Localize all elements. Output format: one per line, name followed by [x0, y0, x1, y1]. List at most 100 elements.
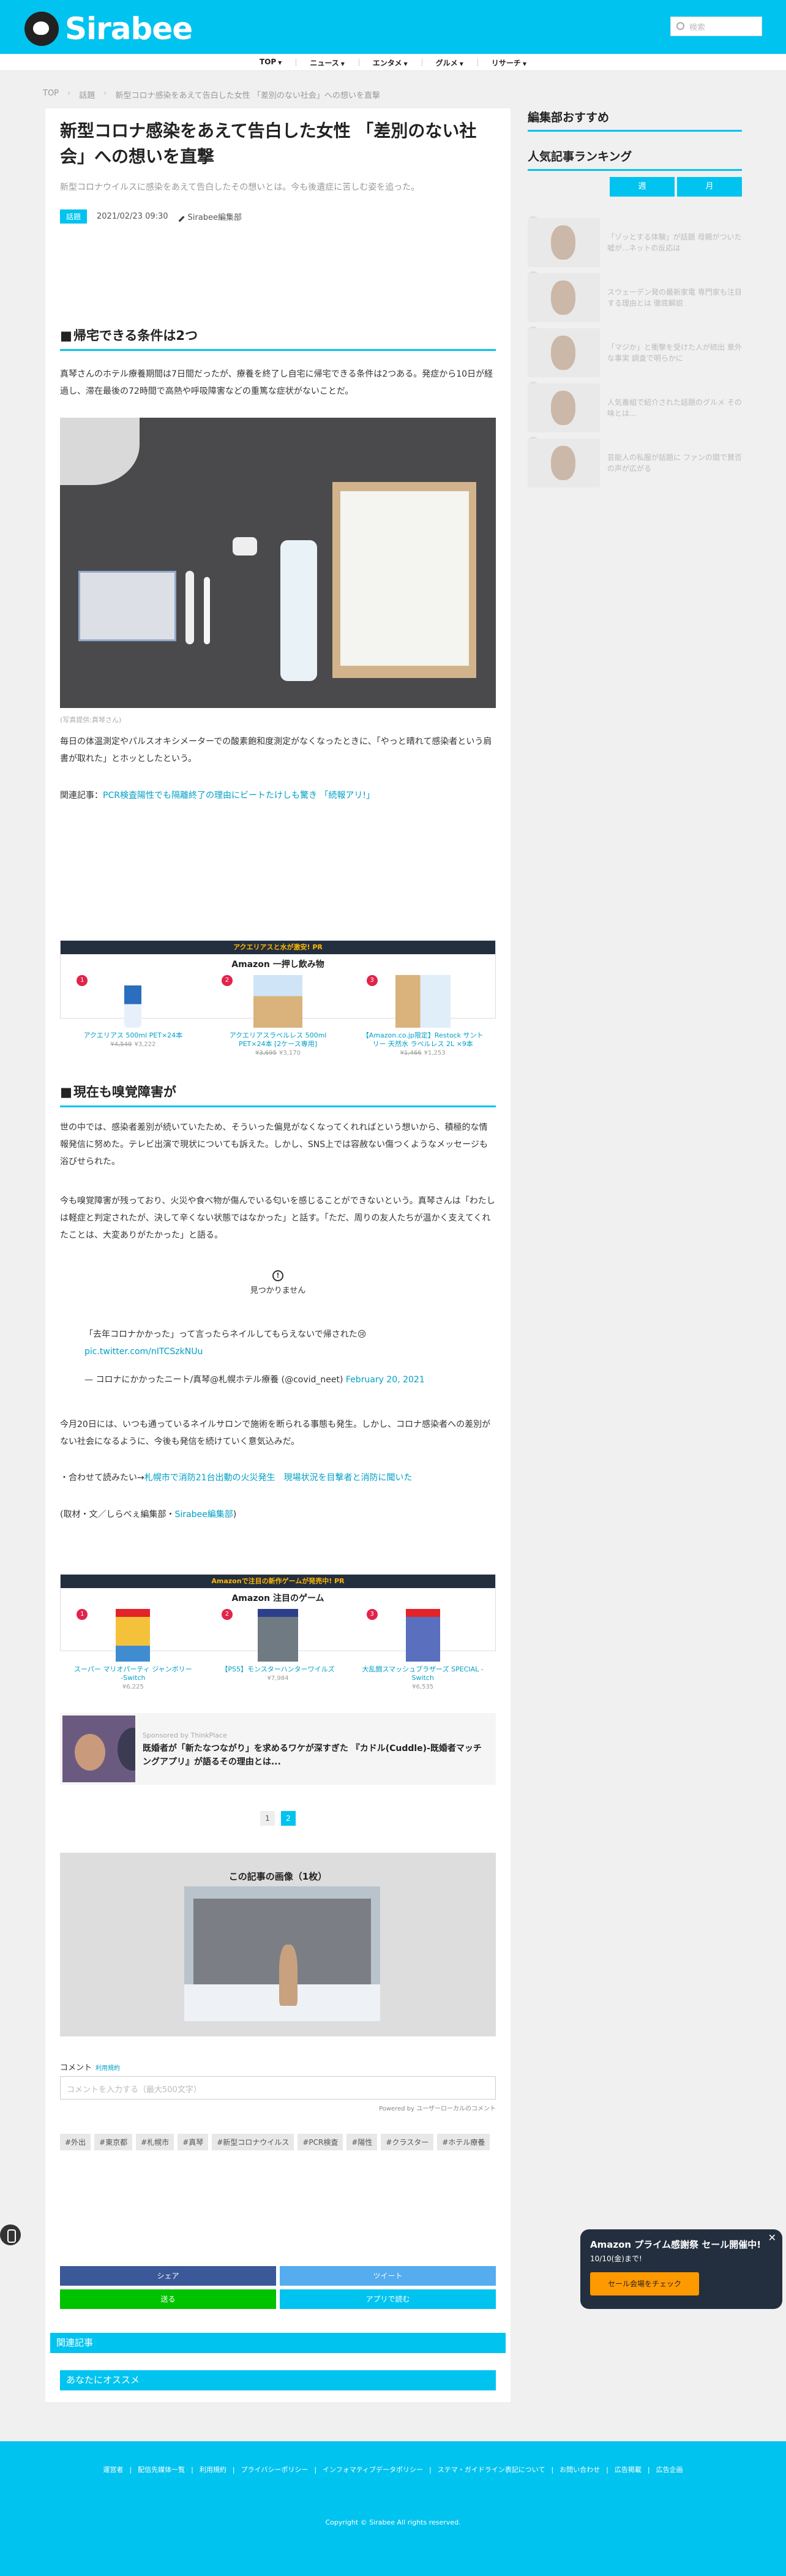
search-input[interactable]: 検索	[670, 17, 762, 36]
tag[interactable]: #真琴	[178, 2134, 209, 2150]
footer-link[interactable]: 利用規約	[191, 2465, 226, 2474]
rank-badge: 1	[77, 975, 88, 986]
facebook-share-button[interactable]: シェア	[60, 2266, 276, 2286]
nav-gourmet[interactable]: グルメ	[421, 54, 474, 70]
nav-research[interactable]: リサーチ	[477, 54, 537, 70]
rank-badge: 1	[77, 1609, 88, 1620]
ranking-item[interactable]: 1「ゾッとする体験」が話題 母親がついた嘘が...ネットの反応は	[528, 216, 742, 267]
amazon-product[interactable]: 1 アクエリアス 500ml PET×24本 ¥4,549 ¥3,222	[72, 975, 194, 1056]
footer-link[interactable]: 広告企画	[648, 2465, 683, 2474]
amazon-banner[interactable]: Amazonで注目の新作ゲームが発売中! PR	[61, 1575, 495, 1588]
site-logo[interactable]: Sirabee	[24, 11, 193, 47]
section-heading-1: 帰宅できる条件は2つ	[60, 326, 496, 351]
article-photo[interactable]	[60, 418, 496, 708]
related-articles-header: 関連記事	[50, 2333, 506, 2353]
breadcrumb-chevron-icon: ›	[103, 89, 107, 98]
ranking-item[interactable]: 2スウェーデン発の最新家電 専門家も注目する理由とは 徹底解説	[528, 271, 742, 322]
comment-label-row: コメント 利用規約	[60, 2061, 496, 2073]
category-badge[interactable]: 話題	[60, 209, 88, 224]
photo-sheet	[340, 491, 469, 666]
amazon-product[interactable]: 2 【PS5】モンスターハンターワイルズ ¥7,984	[217, 1609, 339, 1690]
footer-link[interactable]: 運営者	[103, 2465, 123, 2474]
article-author[interactable]: Sirabee編集部	[178, 211, 242, 222]
line-share-button[interactable]: 送る	[60, 2289, 276, 2309]
accessibility-icon[interactable]	[0, 2224, 21, 2245]
product-price: ¥3,695 ¥3,170	[255, 1050, 301, 1056]
ranking-item[interactable]: 5芸能人の私服が話題に ファンの間で賛否の声が広がる	[528, 437, 742, 488]
ranking-item[interactable]: 3「マジか」と衝撃を受けた人が続出 意外な事実 調査で明らかに	[528, 326, 742, 377]
footer-link[interactable]: 配信先媒体一覧	[129, 2465, 185, 2474]
quote-author: — コロナにかかったニート/真琴@札幌ホテル療養 (@covid_neet)	[84, 1375, 343, 1385]
sidebar: 編集部おすすめ 人気記事ランキング 週 月 1「ゾッとする体験」が話題 母親がつ…	[528, 108, 742, 488]
sponsored-promo[interactable]: Sponsored by ThinkPlace 既婚者が「新たなつながり」を求め…	[60, 1713, 496, 1785]
share-buttons: シェア ツイート 送る アプリで読む	[60, 2266, 496, 2309]
product-image	[405, 1609, 440, 1662]
ranking-thumb	[528, 328, 600, 377]
promo-sponsor: Sponsored by ThinkPlace	[142, 1731, 227, 1739]
tag[interactable]: #札幌市	[136, 2134, 174, 2150]
quote-pic-link[interactable]: pic.twitter.com/nITCSzkNUu	[84, 1347, 203, 1357]
amazon-widget-games: Amazonで注目の新作ゲームが発売中! PR Amazon 注目のゲーム 1 …	[60, 1574, 496, 1690]
twitter-share-button[interactable]: ツイート	[280, 2266, 496, 2286]
footer-link[interactable]: 広告掲載	[606, 2465, 642, 2474]
nav-top[interactable]: TOP	[249, 54, 293, 70]
photo-oximeter	[233, 537, 257, 555]
comment-input[interactable]: コメントを入力する（最大500文字）	[60, 2076, 496, 2100]
gallery-title: この記事の画像（1枚）	[228, 1871, 328, 1882]
quote-date-link[interactable]: February 20, 2021	[346, 1375, 425, 1385]
amazon-product[interactable]: 3 【Amazon.co.jp限定】Restock サントリー 天然水 ラベルレ…	[362, 975, 484, 1056]
ranking-item[interactable]: 4人気番組で紹介された話題のグルメ その味とは...	[528, 382, 742, 432]
ranking-thumb	[528, 439, 600, 488]
search-icon	[676, 22, 684, 30]
tag[interactable]: #東京都	[94, 2134, 133, 2150]
page-2[interactable]: 2	[281, 1811, 296, 1826]
global-nav: TOP ニュース エンタメ グルメ リサーチ	[0, 54, 786, 71]
popup-title: Amazon プライム感謝祭 セール開催中!	[590, 2239, 762, 2250]
paragraph-4: 今も嗅覚障害が残っており、火災や食べ物が傷んでいる匂いを感じることができないとい…	[60, 1196, 495, 1240]
breadcrumb-category[interactable]: 話題	[79, 89, 95, 100]
logo-mark-icon	[24, 12, 59, 46]
tab-week[interactable]: 週	[610, 177, 675, 197]
breadcrumb-top[interactable]: TOP	[43, 89, 59, 100]
breadcrumb: TOP › 話題 › 新型コロナ感染をあえて告白した女性 「差別のない社会」への…	[43, 89, 380, 100]
pagination: 1 2	[60, 1811, 496, 1826]
tag[interactable]: #外出	[60, 2134, 91, 2150]
ranking-tabs: 週 月	[528, 177, 742, 197]
tag[interactable]: #新型コロナウイルス	[212, 2134, 294, 2150]
amazon-banner[interactable]: アクエリアスと水が激安! PR	[61, 941, 495, 954]
tab-month[interactable]: 月	[677, 177, 742, 197]
product-price: ¥6,535	[412, 1684, 434, 1690]
amazon-product[interactable]: 2 アクエリアスラベルレス 500ml PET×24本 [2ケース専用] ¥3,…	[217, 975, 339, 1056]
amazon-title: Amazon 一押し飲み物	[231, 960, 324, 970]
amazon-product[interactable]: 3 大乱闘スマッシュブラザーズ SPECIAL -Switch ¥6,535	[362, 1609, 484, 1690]
footer-link[interactable]: お問い合わせ	[551, 2465, 600, 2474]
alert-icon: !	[272, 1270, 283, 1281]
breadcrumb-current: 新型コロナ感染をあえて告白した女性 「差別のない社会」への想いを直撃	[115, 91, 380, 100]
tag[interactable]: #ホテル療養	[437, 2134, 490, 2150]
nav-entertainment[interactable]: エンタメ	[358, 54, 419, 70]
rank-badge: 2	[221, 1609, 233, 1620]
related-link[interactable]: PCR検査陽性でも隔離終了の理由にビートたけしも驚き 「続報アリ!」	[103, 791, 375, 800]
footer-link[interactable]: プライバシーポリシー	[233, 2465, 309, 2474]
close-icon[interactable]: ✕	[768, 2232, 776, 2243]
footer-link[interactable]: インフォマティブデータポリシー	[314, 2465, 423, 2474]
tag[interactable]: #PCR検査	[298, 2134, 343, 2150]
tag[interactable]: #陽性	[346, 2134, 378, 2150]
comment-terms-link[interactable]: 利用規約	[95, 2065, 120, 2072]
page-1[interactable]: 1	[260, 1811, 275, 1826]
comment-powered-by: Powered by ユーザーローカルのコメント	[379, 2106, 496, 2112]
popup-cta-button[interactable]: セール会場をチェック	[590, 2272, 699, 2295]
nav-news[interactable]: ニュース	[296, 54, 356, 70]
amazon-product[interactable]: 1 スーパー マリオパーティ ジャンボリー -Switch ¥6,225	[72, 1609, 194, 1690]
rank-badge: 2	[221, 975, 233, 986]
also-read-link[interactable]: 札幌市で消防21台出動の火災発生 現場状況を目撃者と消防に聞いた	[144, 1473, 413, 1483]
pen-icon	[178, 216, 184, 222]
footer-link[interactable]: ステマ・ガイドライン表記について	[429, 2465, 545, 2474]
product-image	[253, 975, 302, 1028]
product-image	[124, 975, 142, 1028]
article-lead: 新型コロナウイルスに感染をあえて告白したその想いとは。今も後遺症に苦しむ姿を追っ…	[60, 183, 420, 192]
app-read-button[interactable]: アプリで読む	[280, 2289, 496, 2309]
credit-link[interactable]: Sirabee編集部	[174, 1510, 233, 1520]
tag[interactable]: #クラスター	[381, 2134, 434, 2150]
gallery-image[interactable]	[184, 1886, 380, 2021]
